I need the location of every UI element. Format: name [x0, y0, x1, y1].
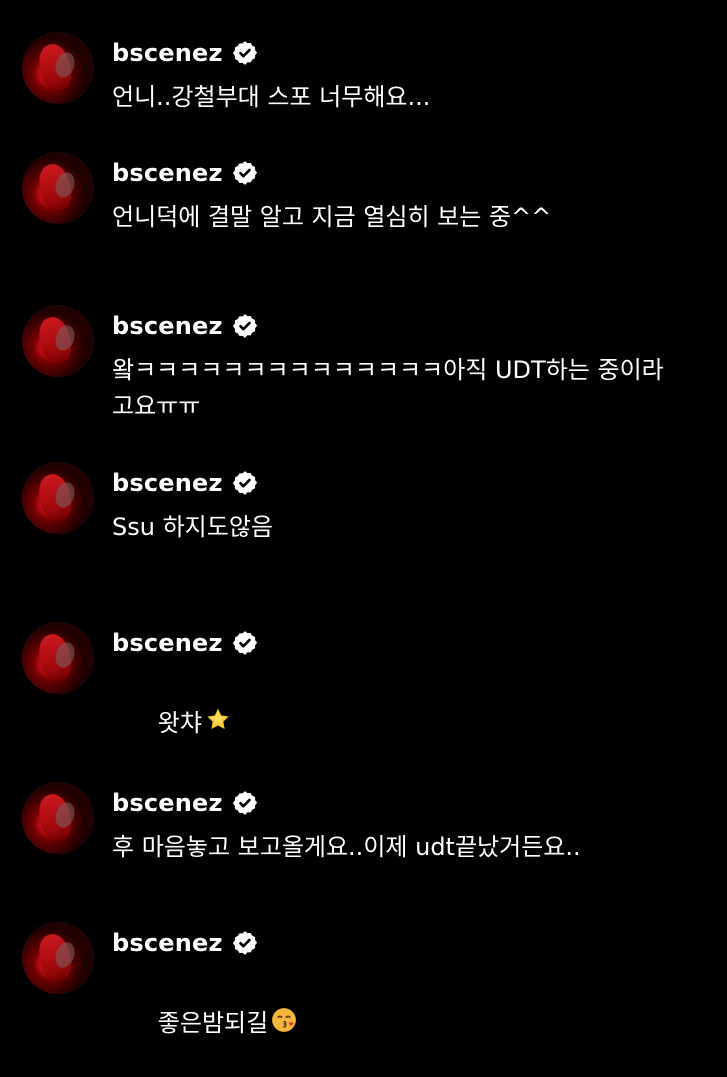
- username-row: bscenez: [112, 466, 273, 500]
- comment-text: 좋은밤되길: [112, 970, 298, 1077]
- verified-badge-icon: [232, 41, 257, 65]
- comment-text: Ssu 하지도않음: [112, 513, 273, 541]
- username-row: bscenez: [112, 309, 672, 343]
- comment-1: bscenez 언니..강철부대 스포 너무해요...: [22, 32, 430, 116]
- username[interactable]: bscenez: [112, 631, 223, 655]
- comment-content: bscenez 좋은밤되길: [112, 922, 298, 1077]
- avatar[interactable]: [22, 305, 94, 377]
- verified-badge-icon: [232, 631, 257, 655]
- comment-content: bscenez Ssu 하지도않음: [112, 462, 273, 546]
- comment-text-main: 왓챠: [157, 708, 202, 737]
- comment-5: bscenez 왓챠: [22, 622, 259, 777]
- comment-4: bscenez Ssu 하지도않음: [22, 462, 273, 546]
- username[interactable]: bscenez: [112, 161, 223, 185]
- verified-badge-icon: [232, 314, 257, 338]
- verified-badge-icon: [232, 931, 257, 955]
- avatar[interactable]: [22, 462, 94, 534]
- star-icon: [207, 708, 229, 729]
- username[interactable]: bscenez: [112, 791, 223, 815]
- comment-content: bscenez 언니..강철부대 스포 너무해요...: [112, 32, 430, 116]
- comment-text: 언니덕에 결말 알고 지금 열심히 보는 중^^: [112, 203, 552, 231]
- kiss-icon: [272, 1007, 297, 1032]
- username-row: bscenez: [112, 156, 551, 190]
- username-row: bscenez: [112, 926, 298, 960]
- comment-text: 후 마음놓고 보고올게요..이제 udt끝났거든요..: [112, 833, 581, 861]
- comment-7: bscenez 좋은밤되길: [22, 922, 298, 1077]
- verified-badge-icon: [232, 161, 257, 185]
- username-row: bscenez: [112, 786, 581, 820]
- comment-text-main: 좋은밤되길: [157, 1008, 269, 1037]
- avatar[interactable]: [22, 622, 94, 694]
- comment-3: bscenez 왘ㅋㅋㅋㅋㅋㅋㅋㅋㅋㅋㅋㅋㅋㅋ아직 UDT하는 중이라고요ㅠㅠ: [22, 305, 672, 424]
- username[interactable]: bscenez: [112, 41, 223, 65]
- comment-text: 왓챠: [112, 670, 259, 777]
- username[interactable]: bscenez: [112, 471, 223, 495]
- comment-2: bscenez 언니덕에 결말 알고 지금 열심히 보는 중^^: [22, 152, 551, 236]
- comment-text: 왘ㅋㅋㅋㅋㅋㅋㅋㅋㅋㅋㅋㅋㅋㅋ아직 UDT하는 중이라고요ㅠㅠ: [112, 356, 664, 420]
- comment-content: bscenez 왓챠: [112, 622, 259, 777]
- avatar[interactable]: [22, 152, 94, 224]
- verified-badge-icon: [232, 791, 257, 815]
- avatar[interactable]: [22, 782, 94, 854]
- comment-6: bscenez 후 마음놓고 보고올게요..이제 udt끝났거든요..: [22, 782, 581, 866]
- username-row: bscenez: [112, 36, 430, 70]
- avatar[interactable]: [22, 32, 94, 104]
- verified-badge-icon: [232, 471, 257, 495]
- comment-text: 언니..강철부대 스포 너무해요...: [112, 83, 431, 111]
- comment-content: bscenez 언니덕에 결말 알고 지금 열심히 보는 중^^: [112, 152, 551, 236]
- comment-content: bscenez 왘ㅋㅋㅋㅋㅋㅋㅋㅋㅋㅋㅋㅋㅋㅋ아직 UDT하는 중이라고요ㅠㅠ: [112, 305, 672, 424]
- username[interactable]: bscenez: [112, 314, 223, 338]
- comment-content: bscenez 후 마음놓고 보고올게요..이제 udt끝났거든요..: [112, 782, 581, 866]
- avatar[interactable]: [22, 922, 94, 994]
- username-row: bscenez: [112, 626, 259, 660]
- username[interactable]: bscenez: [112, 931, 223, 955]
